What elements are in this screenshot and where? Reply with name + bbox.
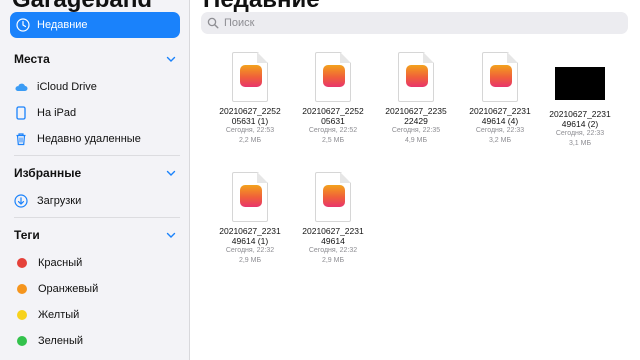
file-item[interactable]: 20210627_2231 49614 (2) Сегодня, 22:33 3,… (540, 59, 620, 149)
sidebar: Garageband Недавние Места iCloud Drive Н… (0, 0, 190, 360)
file-name-line: 49614 (4) (481, 116, 519, 126)
file-size: 2,9 МБ (321, 257, 345, 264)
section-title: Места (14, 52, 50, 66)
chevron-down-icon (166, 56, 176, 62)
file-item[interactable]: 20210627_2231 49614 (4) Сегодня, 22:33 3,… (460, 52, 540, 146)
file-name-line: 49614 (2) (561, 119, 599, 129)
chevron-down-icon (166, 170, 176, 176)
sidebar-item-label: Недавние (37, 19, 88, 31)
download-icon (14, 194, 28, 208)
section-title: Избранные (14, 166, 82, 180)
sidebar-item-tag-green[interactable]: Зеленый (14, 332, 180, 350)
file-date: Сегодня, 22:33 (475, 127, 525, 134)
sidebar-item-tag-red[interactable]: Красный (14, 254, 180, 272)
garageband-file-icon (315, 172, 351, 222)
sidebar-item-tag-orange[interactable]: Оранжевый (14, 280, 180, 298)
garageband-file-icon (482, 52, 518, 102)
divider (14, 217, 180, 218)
garageband-file-icon (398, 52, 434, 102)
tag-yellow-dot-icon (17, 310, 27, 320)
file-size: 4,9 МБ (404, 137, 428, 144)
file-name-line: 05631 (321, 116, 345, 126)
garageband-file-icon (232, 52, 268, 102)
file-name: 20210627_2231 49614 (1) (210, 226, 290, 246)
sidebar-item-tag-yellow[interactable]: Желтый (14, 306, 180, 324)
file-name-line: 20210627_2231 (549, 109, 611, 119)
file-name-line: 49614 (1) (231, 236, 269, 246)
ipad-icon (16, 106, 26, 120)
file-name-line: 20210627_2231 (219, 226, 281, 236)
file-name-line: 49614 (321, 236, 345, 246)
file-name: 20210627_2231 49614 (4) (460, 106, 540, 126)
tag-green-dot-icon (17, 336, 27, 346)
sidebar-item-label: Загрузки (37, 195, 82, 207)
sidebar-item-label: iCloud Drive (37, 81, 97, 93)
sidebar-item-label: Желтый (38, 309, 80, 321)
file-date: Сегодня, 22:32 (225, 247, 275, 254)
file-name: 20210627_2252 05631 (293, 106, 373, 126)
file-item[interactable]: 20210627_2235 22429 Сегодня, 22:35 4,9 МБ (376, 52, 456, 146)
sidebar-item-label: На iPad (37, 107, 77, 119)
file-item[interactable]: 20210627_2231 49614 (1) Сегодня, 22:32 2,… (210, 172, 290, 266)
tag-orange-dot-icon (17, 284, 27, 294)
file-item[interactable]: 20210627_2252 05631 Сегодня, 22:52 2,5 МБ (293, 52, 373, 146)
section-header-places[interactable]: Места (14, 50, 180, 68)
file-size: 2,2 МБ (238, 137, 262, 144)
file-date: Сегодня, 22:32 (308, 247, 358, 254)
file-name-line: 20210627_2231 (302, 226, 364, 236)
section-header-favorites[interactable]: Избранные (14, 164, 180, 182)
file-date: Сегодня, 22:53 (225, 127, 275, 134)
file-name: 20210627_2231 49614 (293, 226, 373, 246)
file-size: 3,2 МБ (488, 137, 512, 144)
file-name-line: 20210627_2252 (302, 106, 364, 116)
sidebar-item-recents[interactable]: Недавние (10, 12, 180, 38)
tag-red-dot-icon (17, 258, 27, 268)
sidebar-item-on-ipad[interactable]: На iPad (14, 104, 180, 122)
file-size: 3,1 МБ (568, 140, 592, 147)
file-name: 20210627_2231 49614 (2) (540, 109, 620, 129)
file-name-line: 22429 (404, 116, 428, 126)
garageband-file-icon (315, 52, 351, 102)
file-date: Сегодня, 22:52 (308, 127, 358, 134)
search-input[interactable]: Поиск (201, 12, 628, 34)
file-name: 20210627_2252 05631 (1) (210, 106, 290, 126)
file-name-line: 20210627_2252 (219, 106, 281, 116)
divider (14, 155, 180, 156)
file-size: 2,9 МБ (238, 257, 262, 264)
sidebar-item-icloud-drive[interactable]: iCloud Drive (14, 78, 180, 96)
sidebar-item-label: Недавно удаленные (37, 133, 141, 145)
sidebar-item-recently-deleted[interactable]: Недавно удаленные (14, 130, 180, 148)
search-placeholder: Поиск (224, 17, 255, 29)
sidebar-item-downloads[interactable]: Загрузки (14, 192, 180, 210)
sidebar-item-label: Зеленый (38, 335, 84, 347)
file-name-line: 20210627_2235 (385, 106, 447, 116)
section-header-tags[interactable]: Теги (14, 226, 180, 244)
file-size: 2,5 МБ (321, 137, 345, 144)
icloud-icon (15, 83, 28, 91)
file-item[interactable]: 20210627_2231 49614 Сегодня, 22:32 2,9 МБ (293, 172, 373, 266)
search-icon (207, 17, 219, 29)
file-date: Сегодня, 22:33 (555, 130, 605, 137)
chevron-down-icon (166, 232, 176, 238)
sidebar-item-label: Оранжевый (38, 283, 99, 295)
clock-icon (16, 18, 30, 32)
sidebar-item-label: Красный (38, 257, 83, 269)
section-title: Теги (14, 228, 40, 242)
file-item[interactable]: 20210627_2252 05631 (1) Сегодня, 22:53 2,… (210, 52, 290, 146)
garageband-file-icon (232, 172, 268, 222)
file-name: 20210627_2235 22429 (376, 106, 456, 126)
black-video-thumbnail (555, 67, 605, 100)
file-date: Сегодня, 22:35 (391, 127, 441, 134)
file-name-line: 20210627_2231 (469, 106, 531, 116)
file-name-line: 05631 (1) (231, 116, 269, 126)
trash-icon (16, 133, 26, 146)
